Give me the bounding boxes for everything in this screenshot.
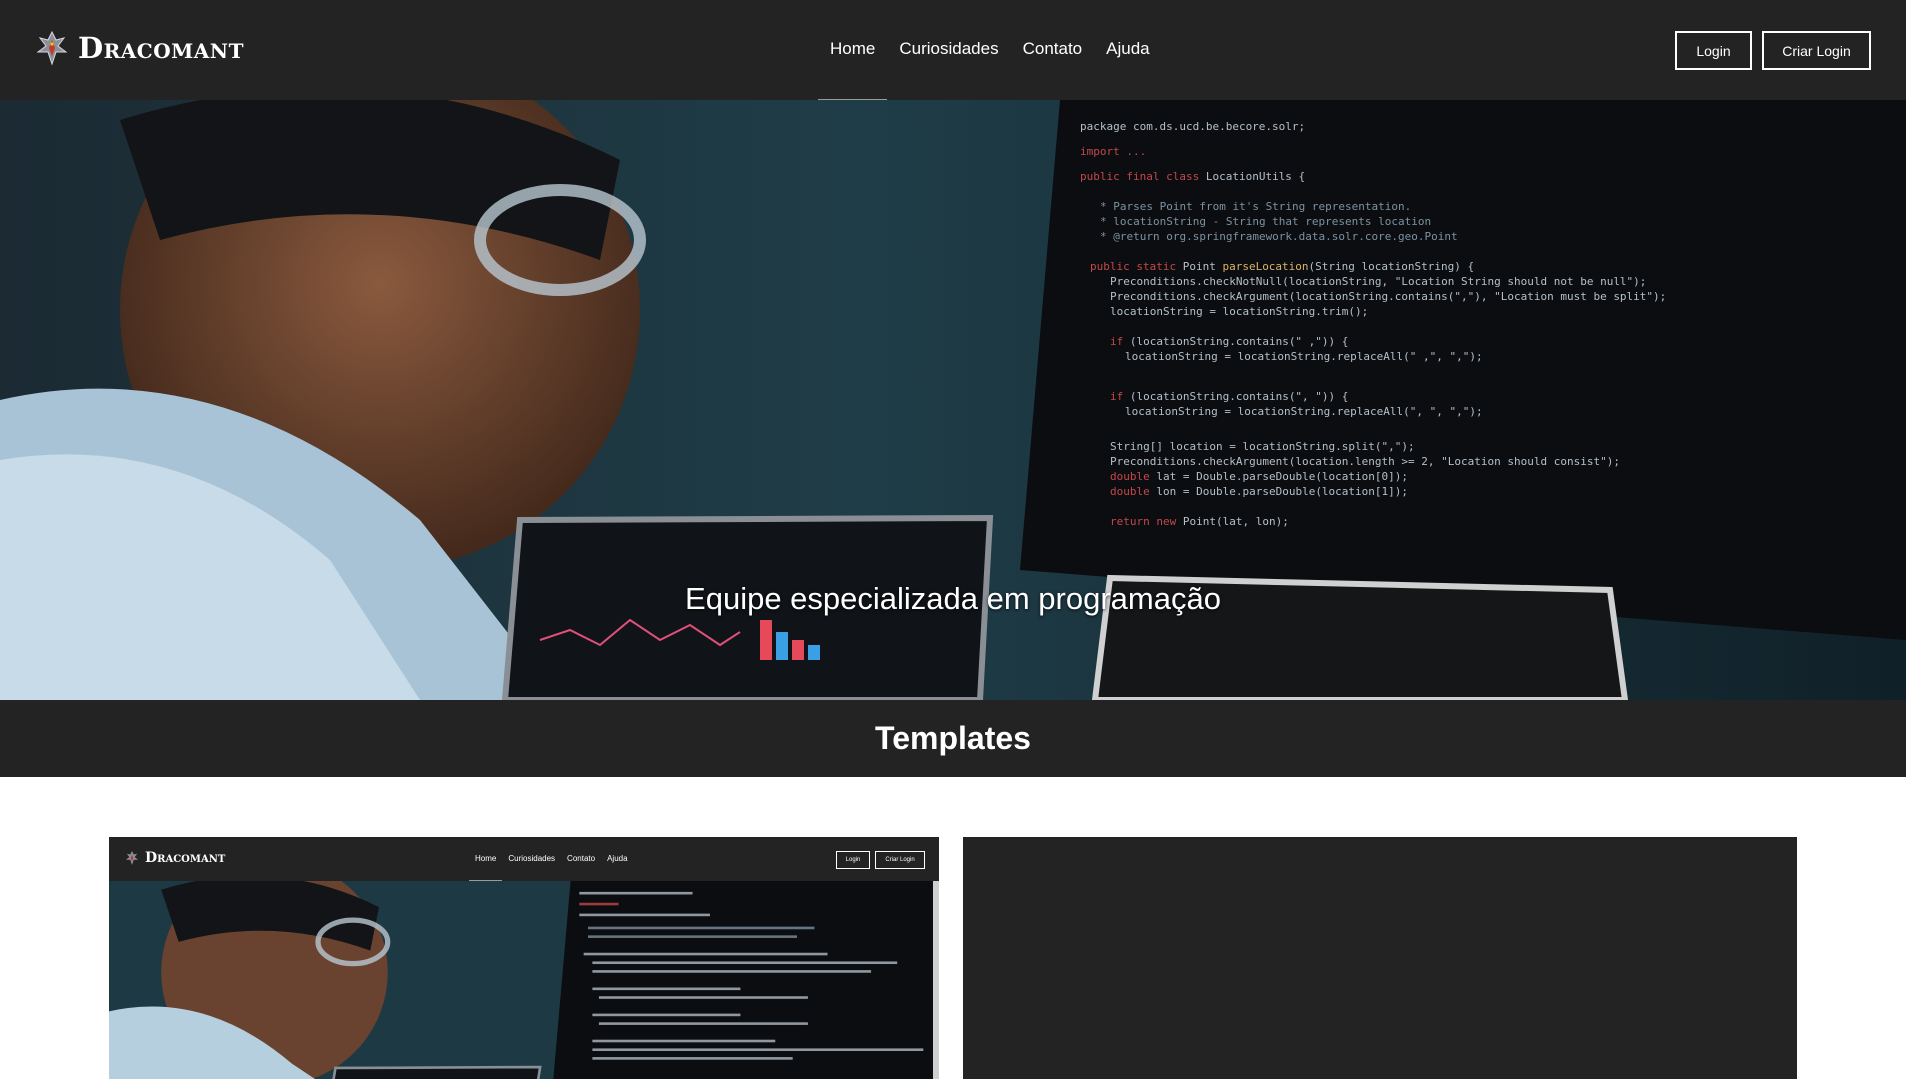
main-menu: Home Curiosidades Contato Ajuda bbox=[818, 0, 1162, 100]
preview-nav-contato: Contato bbox=[567, 854, 596, 863]
preview-hero-image bbox=[109, 881, 939, 1079]
svg-text:* locationString - String that: * locationString - String that represent… bbox=[1100, 215, 1431, 228]
svg-text:package com.ds.ucd.be.becore.s: package com.ds.ucd.be.becore.solr; bbox=[1080, 120, 1305, 133]
template-card-site-preview[interactable]: Dracomant Home Curiosidades Contato Ajud… bbox=[109, 837, 939, 1079]
svg-text:if (locationString.contains(",: if (locationString.contains(", ")) { bbox=[1110, 390, 1348, 403]
hero-banner: package com.ds.ucd.be.becore.solr; impor… bbox=[0, 100, 1906, 700]
dragon-logo-icon bbox=[125, 851, 139, 865]
preview-scroll-edge bbox=[933, 881, 939, 1079]
preview-nav-home: Home bbox=[469, 837, 503, 881]
create-login-button[interactable]: Criar Login bbox=[1762, 31, 1871, 70]
nav-home[interactable]: Home bbox=[818, 0, 888, 100]
templates-title: Templates bbox=[875, 720, 1031, 756]
preview-navbar: Dracomant Home Curiosidades Contato Ajud… bbox=[109, 837, 939, 881]
login-button[interactable]: Login bbox=[1675, 31, 1752, 70]
nav-ajuda[interactable]: Ajuda bbox=[1094, 0, 1161, 100]
svg-text:return new Point(lat, lon);: return new Point(lat, lon); bbox=[1110, 515, 1289, 528]
svg-text:import ...: import ... bbox=[1080, 145, 1146, 158]
nav-curiosidades[interactable]: Curiosidades bbox=[887, 0, 1010, 100]
brand[interactable]: Dracomant bbox=[36, 30, 244, 66]
preview-menu: Home Curiosidades Contato Ajuda bbox=[469, 837, 634, 881]
svg-text:if (locationString.contains(": if (locationString.contains(" ,")) { bbox=[1110, 335, 1348, 348]
hero-caption: Equipe especializada em programação bbox=[685, 581, 1221, 616]
svg-text:public final class LocationUti: public final class LocationUtils { bbox=[1080, 170, 1305, 183]
svg-text:locationString = locationStrin: locationString = locationString.replaceA… bbox=[1125, 405, 1483, 418]
dragon-logo-icon bbox=[36, 30, 68, 66]
svg-text:* Parses Point from it's Strin: * Parses Point from it's String represen… bbox=[1100, 200, 1411, 213]
svg-text:* @return org.springframework.: * @return org.springframework.data.solr.… bbox=[1100, 230, 1458, 243]
svg-text:locationString = locationStrin: locationString = locationString.trim(); bbox=[1110, 305, 1368, 318]
preview-brand-name: Dracomant bbox=[145, 850, 226, 866]
svg-text:double lon = Double.parseDoubl: double lon = Double.parseDouble(location… bbox=[1110, 485, 1408, 498]
svg-text:public static Point parseLocat: public static Point parseLocation(String… bbox=[1090, 260, 1474, 273]
preview-nav-ajuda: Ajuda bbox=[607, 854, 628, 863]
svg-text:locationString = locationStrin: locationString = locationString.replaceA… bbox=[1125, 350, 1483, 363]
preview-brand: Dracomant bbox=[125, 850, 225, 866]
nav-contato[interactable]: Contato bbox=[1011, 0, 1095, 100]
svg-text:double lat = Double.parseDoubl: double lat = Double.parseDouble(location… bbox=[1110, 470, 1408, 483]
preview-create-login-button: Criar Login bbox=[875, 851, 925, 869]
svg-text:Preconditions.checkArgument(lo: Preconditions.checkArgument(location.len… bbox=[1110, 455, 1620, 468]
svg-text:Preconditions.checkNotNull(loc: Preconditions.checkNotNull(locationStrin… bbox=[1110, 275, 1646, 288]
svg-text:Preconditions.checkArgument(lo: Preconditions.checkArgument(locationStri… bbox=[1110, 290, 1666, 303]
preview-login-button: Login bbox=[836, 851, 870, 869]
top-navbar: Dracomant Home Curiosidades Contato Ajud… bbox=[0, 0, 1906, 100]
template-card-empty[interactable] bbox=[963, 837, 1797, 1079]
svg-text:String[] location = locationSt: String[] location = locationString.split… bbox=[1110, 440, 1415, 453]
brand-name: Dracomant bbox=[78, 31, 244, 65]
templates-header: Templates bbox=[0, 700, 1906, 777]
preview-nav-curiosidades: Curiosidades bbox=[508, 854, 556, 863]
